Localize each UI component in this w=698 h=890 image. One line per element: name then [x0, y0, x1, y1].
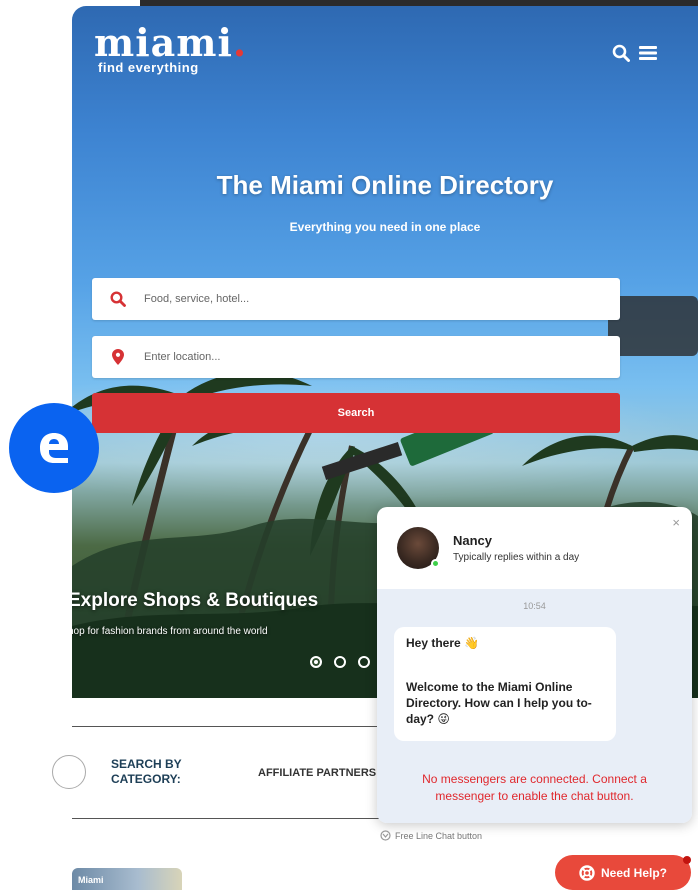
- chat-message-bubble: Hey there 👋 Welcome to the Miami Online …: [394, 627, 616, 741]
- header-actions: [612, 44, 658, 62]
- category-label-line1: SEARCH BY: [111, 757, 182, 771]
- need-help-button[interactable]: Need Help?: [555, 855, 691, 890]
- agent-name: Nancy: [453, 533, 493, 548]
- e-logo-icon[interactable]: [9, 403, 99, 493]
- greeting-text: Hey there 👋: [406, 636, 479, 650]
- what-search-input[interactable]: [144, 293, 584, 305]
- city-thumbnail[interactable]: Miami: [72, 868, 182, 890]
- page: miami. find everything The Miami Online …: [0, 0, 698, 890]
- hamburger-menu-icon[interactable]: [638, 44, 658, 62]
- search-by-category-label: SEARCH BY CATEGORY:: [111, 757, 182, 787]
- divider-bottom: [72, 818, 402, 819]
- no-messengers-warning: No messengers are connected. Connect a m…: [422, 772, 647, 803]
- search-icon: [92, 291, 144, 307]
- chat-body: 10:54 Hey there 👋 Welcome to the Miami O…: [377, 589, 692, 823]
- site-logo[interactable]: miami. find everything: [94, 24, 247, 76]
- logo-word: miami: [94, 20, 233, 65]
- message-timestamp: 10:54: [523, 601, 546, 611]
- divider-top: [72, 726, 402, 727]
- slider-pagination: [310, 656, 370, 668]
- chat-close-icon[interactable]: ×: [672, 515, 680, 530]
- chat-widget: × Nancy Typically replies within a day 1…: [377, 507, 692, 823]
- welcome-text: Welcome to the Miami Online Directory. H…: [406, 680, 592, 726]
- slider-dot-2[interactable]: [334, 656, 346, 668]
- location-field: [92, 336, 620, 378]
- need-help-label: Need Help?: [600, 865, 667, 880]
- notification-dot: [683, 856, 691, 864]
- powered-by-link[interactable]: Free Line Chat button: [380, 830, 482, 841]
- agent-reply-time: Typically replies within a day: [453, 552, 580, 563]
- powered-by-text: Free Line Chat button: [395, 830, 483, 841]
- logo-dot: .: [232, 20, 248, 65]
- location-input[interactable]: [144, 351, 584, 363]
- what-search-field: [92, 278, 620, 320]
- search-button[interactable]: Search: [92, 393, 620, 433]
- map-pin-icon: [92, 349, 144, 365]
- slider-dot-3[interactable]: [358, 656, 370, 668]
- page-subtitle: Everything you need in one place: [289, 220, 481, 234]
- slide-subtitle: hop for fashion brands from around the w…: [72, 626, 268, 637]
- chat-header: Nancy Typically replies within a day: [377, 507, 692, 589]
- chat-logo-icon: [380, 830, 391, 841]
- slide-title: Explore Shops & Boutiques: [72, 590, 319, 611]
- online-status-dot: [431, 559, 440, 568]
- category-label-line2: CATEGORY:: [111, 772, 181, 786]
- affiliate-partners-link[interactable]: AFFILIATE PARTNERS: [258, 767, 376, 779]
- logo-wordmark: miami.: [94, 24, 247, 62]
- city-thumbnail-label: Miami: [78, 875, 104, 885]
- agent-avatar: [397, 527, 440, 569]
- search-icon[interactable]: [612, 44, 630, 62]
- lifebuoy-icon: [579, 864, 595, 881]
- slider-dot-1[interactable]: [310, 656, 322, 668]
- category-carousel-prev-button[interactable]: [52, 755, 86, 789]
- page-title: The Miami Online Directory: [216, 170, 554, 200]
